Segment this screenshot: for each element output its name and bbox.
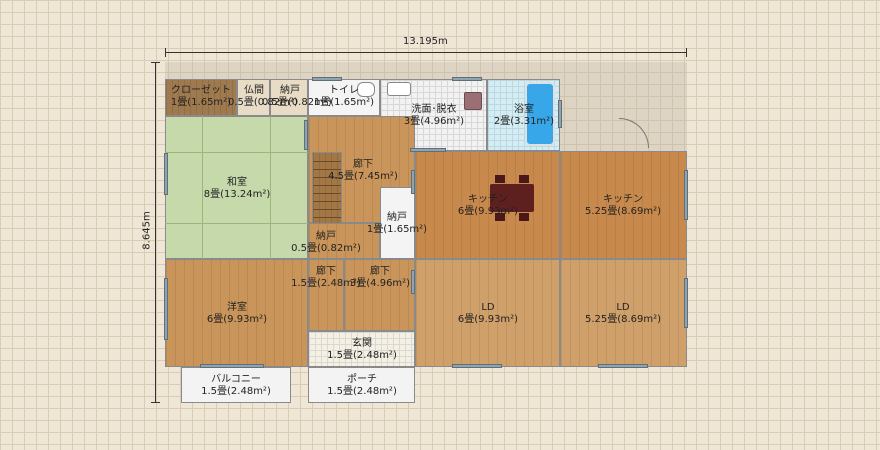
ld-left-area: 6畳(9.93m²) <box>457 314 519 325</box>
genkan-name: 玄関 <box>352 338 372 349</box>
tatami-seam <box>165 223 308 224</box>
hallway-right-area: 3畳(4.96m²) <box>349 278 411 289</box>
dining-chair <box>519 175 529 183</box>
window <box>164 153 168 195</box>
label-hallway-top: 廊下 4.5畳(7.45m²) <box>320 159 406 183</box>
label-nando-small: 納戸 0.5畳(0.82m²) <box>286 231 366 255</box>
window <box>200 364 264 368</box>
nando-small-name: 納戸 <box>316 231 336 242</box>
genkan-area: 1.5畳(2.48m²) <box>327 350 397 361</box>
height-dimension-tick-bottom <box>151 402 160 403</box>
hallway-top-name: 廊下 <box>353 159 373 170</box>
window <box>558 100 562 128</box>
window <box>312 77 342 81</box>
ld-right-name: LD <box>616 302 630 313</box>
window <box>684 278 688 328</box>
window <box>304 120 308 150</box>
tatami-seam <box>165 152 308 153</box>
hallway-top-area: 4.5畳(7.45m²) <box>328 171 398 182</box>
kitchen-left-area: 6畳(9.93m²) <box>457 206 519 217</box>
ld-right-area: 5.25畳(8.69m²) <box>584 314 662 325</box>
washroom-name: 洗面･脱衣 <box>411 104 457 115</box>
bath-name: 浴室 <box>514 104 534 115</box>
label-ld-left: LD 6畳(9.93m²) <box>438 302 538 326</box>
youshitsu-name: 洋室 <box>227 302 247 313</box>
window <box>164 278 168 340</box>
label-toilet: トイレ 1畳(1.65m²) <box>310 85 378 109</box>
porch-area: 1.5畳(2.48m²) <box>327 386 397 397</box>
label-balcony: バルコニー 1.5畳(2.48m²) <box>186 374 286 398</box>
dining-chair <box>495 175 505 183</box>
porch-name: ポーチ <box>347 374 377 385</box>
ld-left-name: LD <box>481 302 495 313</box>
washroom-area: 3畳(4.96m²) <box>403 116 465 127</box>
label-porch: ポーチ 1.5畳(2.48m²) <box>315 374 409 398</box>
toilet-area: 1畳(1.65m²) <box>313 97 375 108</box>
balcony-name: バルコニー <box>211 374 261 385</box>
closet-name: クローゼット <box>171 85 231 96</box>
height-dimension-tick-top <box>151 62 160 63</box>
kitchen-left-name: キッチン <box>468 194 508 205</box>
closet-area: 1畳(1.65m²) <box>170 97 232 108</box>
label-genkan: 玄関 1.5畳(2.48m²) <box>315 338 409 362</box>
kitchen-right-name: キッチン <box>603 194 643 205</box>
window <box>410 148 446 152</box>
label-hallway-right: 廊下 3畳(4.96m²) <box>346 266 414 290</box>
width-dimension-tick-left <box>165 48 166 57</box>
window <box>452 364 502 368</box>
label-bath: 浴室 2畳(3.31m²) <box>490 104 558 128</box>
nando-mid-name: 納戸 <box>387 212 407 223</box>
toilet-name: トイレ <box>329 85 359 96</box>
window <box>411 170 415 194</box>
label-nando-mid: 納戸 1畳(1.65m²) <box>362 212 432 236</box>
width-dimension-tick-right <box>686 48 687 57</box>
window <box>598 364 648 368</box>
nando-small-area: 0.5畳(0.82m²) <box>291 243 361 254</box>
label-kitchen-left: キッチン 6畳(9.93m²) <box>438 194 538 218</box>
nando-mid-area: 1畳(1.65m²) <box>366 224 428 235</box>
hallway-right-name: 廊下 <box>370 266 390 277</box>
window <box>452 77 482 81</box>
washitsu-area: 8畳(13.24m²) <box>203 189 271 200</box>
washitsu-name: 和室 <box>227 177 247 188</box>
sink-fixture-icon <box>387 82 411 96</box>
height-dimension-line <box>155 62 156 403</box>
bath-area: 2畳(3.31m²) <box>493 116 555 127</box>
kitchen-right-area: 5.25畳(8.69m²) <box>584 206 662 217</box>
label-youshitsu: 洋室 6畳(9.93m²) <box>190 302 284 326</box>
width-dimension-line <box>165 52 687 53</box>
label-washroom: 洗面･脱衣 3畳(4.96m²) <box>395 104 473 128</box>
youshitsu-area: 6畳(9.93m²) <box>206 314 268 325</box>
label-closet: クローゼット 1畳(1.65m²) <box>166 85 236 109</box>
label-kitchen-right: キッチン 5.25畳(8.69m²) <box>573 194 673 218</box>
window <box>684 170 688 220</box>
height-dimension-label: 8.645m <box>141 211 153 250</box>
balcony-area: 1.5畳(2.48m²) <box>201 386 271 397</box>
label-ld-right: LD 5.25畳(8.69m²) <box>573 302 673 326</box>
width-dimension-label: 13.195m <box>403 36 448 47</box>
label-washitsu: 和室 8畳(13.24m²) <box>190 177 284 201</box>
